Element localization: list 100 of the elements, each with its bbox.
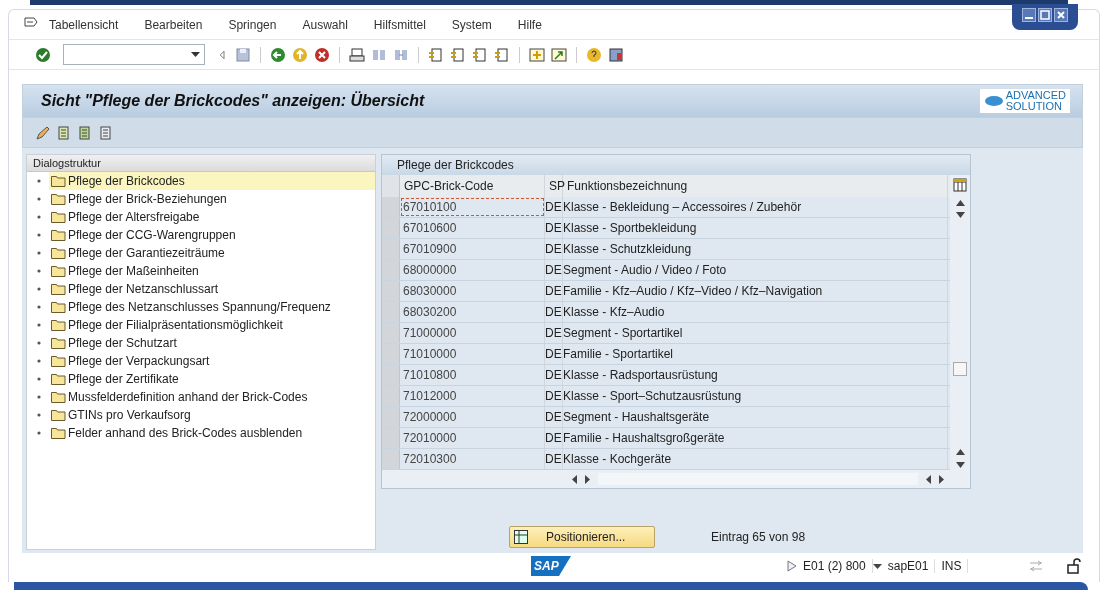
scroll-down-icon[interactable] [955, 212, 965, 219]
close-icon[interactable] [1054, 8, 1068, 22]
document-icon[interactable] [56, 124, 72, 141]
table-cell: Klasse - Sport–Schutzausrüstung [563, 386, 948, 406]
table-cell: Klasse - Bekleidung – Accessoires / Zubehör [563, 197, 948, 217]
dropdown-caret-icon [191, 52, 200, 57]
tree-item[interactable]: Pflege der Brickcodes [49, 172, 375, 190]
server-name: sapE01 [881, 559, 936, 573]
tree-item[interactable]: Pflege der Netzanschlussart [49, 280, 223, 298]
print-icon[interactable] [349, 46, 365, 63]
shortcut-icon[interactable] [551, 46, 567, 63]
table-cell: Klasse - Schutzkleidung [563, 239, 948, 259]
scroll-up-icon[interactable] [955, 449, 965, 456]
table-cell: 72010000 [400, 428, 545, 448]
transfer-arrows-icon[interactable] [1028, 560, 1045, 572]
first-page-icon[interactable] [428, 46, 444, 63]
bullet-icon [37, 179, 41, 183]
table-cell: DE [545, 344, 563, 364]
scroll-down-icon[interactable] [955, 461, 965, 468]
table-cell: 72010300 [400, 449, 545, 469]
table-cell: Familie - Kfz–Audio / Kfz–Video / Kfz–Navigation [563, 281, 948, 301]
save-icon[interactable] [235, 46, 251, 63]
folder-icon [51, 211, 66, 223]
tree-item[interactable]: Mussfelderdefinition anhand der Brick-Codes [49, 388, 312, 406]
tree-item[interactable]: Pflege der Maßeinheiten [49, 262, 203, 280]
table-cell: Segment - Haushaltsgeräte [563, 407, 948, 427]
help-icon[interactable] [586, 46, 602, 63]
table-cell: DE [545, 239, 563, 259]
position-button[interactable]: Positionieren... [509, 526, 655, 548]
table-cell: Klasse - Kochgeräte [563, 449, 948, 469]
table-cell: DE [545, 281, 563, 301]
table-cell: Segment - Audio / Video / Foto [563, 260, 948, 280]
table-cell: DE [545, 365, 563, 385]
table-cell: 68000000 [400, 260, 545, 280]
column-settings-icon[interactable] [952, 177, 968, 193]
scroll-left-icon[interactable] [572, 474, 577, 484]
command-field[interactable] [63, 44, 205, 65]
document-icon[interactable] [98, 124, 114, 141]
system-info[interactable]: E01 (2) 800 [797, 559, 873, 573]
minimize-icon[interactable] [1022, 8, 1036, 22]
entry-info: Eintrag 65 von 98 [711, 530, 806, 544]
menu-item[interactable]: Bearbeiten [144, 17, 203, 32]
scroll-right-icon[interactable] [939, 474, 944, 484]
tree-item[interactable]: GTINs pro Verkaufsorg [49, 406, 195, 424]
check-icon[interactable] [35, 46, 51, 63]
tree-item[interactable]: Pflege der Filialpräsentationsmöglichkeit [49, 316, 287, 334]
tree-item[interactable]: Pflege des Netzanschlusses Spannung/Frequenz [49, 298, 335, 316]
menu-item[interactable]: Tabellensicht [49, 17, 119, 32]
tree-item[interactable]: Pflege der Zertifikate [49, 370, 183, 388]
expand-triangle-icon[interactable] [787, 560, 797, 572]
tree-item[interactable]: Pflege der Schutzart [49, 334, 181, 352]
bullet-icon [37, 431, 41, 435]
folder-icon [51, 319, 66, 331]
menu-item[interactable]: Hilfe [517, 17, 542, 32]
tree-item[interactable]: Pflege der Altersfreigabe [49, 208, 204, 226]
back-icon[interactable] [270, 46, 286, 63]
last-page-icon[interactable] [494, 46, 510, 63]
tree-header: Dialogstruktur [27, 155, 375, 172]
bullet-icon [37, 305, 41, 309]
next-page-icon[interactable] [472, 46, 488, 63]
folder-icon [51, 247, 66, 259]
screen-title: Sicht "Pflege der Brickcodes" anzeigen: Übersicht [41, 92, 425, 110]
new-window-icon[interactable] [529, 46, 545, 63]
previous-page-icon[interactable] [450, 46, 466, 63]
document-icon[interactable] [77, 124, 93, 141]
folder-icon [51, 265, 66, 277]
folder-icon [51, 175, 66, 187]
maximize-icon[interactable] [1038, 8, 1052, 22]
menu-item[interactable]: Hilfsmittel [373, 17, 426, 32]
tree-item[interactable]: Pflege der Garantiezeiträume [49, 244, 229, 262]
scroll-right-icon[interactable] [585, 474, 590, 484]
padlock-icon[interactable] [1066, 558, 1083, 574]
bullet-icon [37, 413, 41, 417]
bullet-icon [37, 269, 41, 273]
table-cell: 68030000 [400, 281, 545, 301]
table-cell: Klasse - Sportbekleidung [563, 218, 948, 238]
sap-logo: SAP [531, 556, 571, 576]
pencil-icon[interactable] [35, 124, 51, 141]
bullet-icon [37, 395, 41, 399]
menu-item[interactable]: Auswahl [302, 17, 348, 32]
tree-item[interactable]: Felder anhand des Brick-Codes ausblenden [49, 424, 307, 442]
dropdown-caret-icon[interactable] [872, 563, 882, 569]
table-cell: 68030200 [400, 302, 545, 322]
menu-item[interactable]: Springen [228, 17, 277, 32]
scroll-up-icon[interactable] [955, 199, 965, 206]
input-mode[interactable]: INS [935, 559, 969, 573]
scroll-left-icon[interactable] [926, 474, 931, 484]
table-cell: DE [545, 260, 563, 280]
folder-icon [51, 355, 66, 367]
table-cell: Klasse - Radsportausrüstung [563, 365, 948, 385]
bullet-icon [37, 197, 41, 201]
tree-item[interactable]: Pflege der Verpackungsart [49, 352, 214, 370]
cancel-icon[interactable] [314, 46, 330, 63]
layout-icon[interactable] [608, 46, 624, 63]
menu-item[interactable]: System [451, 17, 492, 32]
cloud-icon [983, 94, 1004, 108]
tree-item[interactable]: Pflege der CCG-Warengruppen [49, 226, 240, 244]
tree-item[interactable]: Pflege der Brick-Beziehungen [49, 190, 231, 208]
scroll-thumb[interactable] [953, 361, 967, 376]
table-cell: 67010900 [400, 239, 545, 259]
